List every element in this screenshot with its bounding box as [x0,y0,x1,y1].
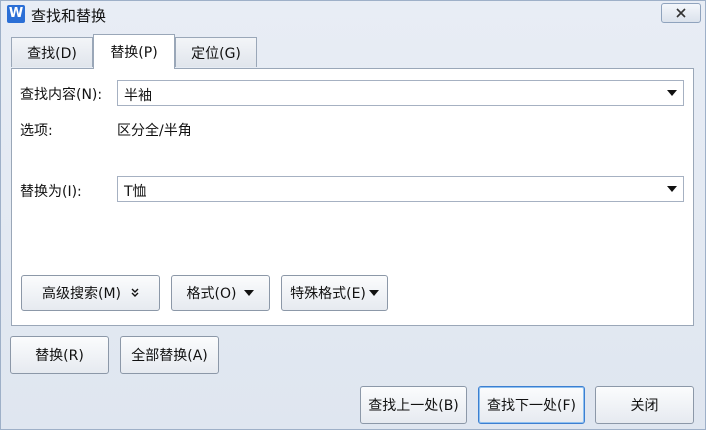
tab-replace[interactable]: 替换(P) [93,34,175,69]
title-bar: W 查找和替换 [1,1,705,29]
find-content-value: 半袖 [124,88,152,104]
tab-find[interactable]: 查找(D) [11,37,93,67]
special-format-button[interactable]: 特殊格式(E) [281,275,388,311]
replace-with-value: T恤 [124,184,147,200]
window-title: 查找和替换 [31,7,107,25]
replace-panel: 查找内容(N): 半袖 选项: 区分全/半角 替换为(I): T恤 高级搜索(M… [11,68,694,326]
wps-writer-icon: W [7,5,25,23]
special-format-label: 特殊格式(E) [290,286,366,302]
find-content-combobox[interactable]: 半袖 [117,80,684,106]
options-value: 区分全/半角 [117,123,192,139]
advanced-search-label: 高级搜索(M) [41,286,121,302]
close-button[interactable]: 关闭 [595,386,694,424]
find-next-button[interactable]: 查找下一处(F) [478,386,585,424]
replace-with-combobox[interactable]: T恤 [117,176,684,202]
format-button[interactable]: 格式(O) [171,275,270,311]
options-label: 选项: [20,123,53,139]
find-replace-dialog: W 查找和替换 查找(D) 替换(P) 定位(G) 查找内容(N): 半袖 选项… [0,0,706,430]
find-previous-button[interactable]: 查找上一处(B) [360,386,467,424]
format-label: 格式(O) [186,286,237,302]
dropdown-arrow-icon [244,290,255,296]
dropdown-arrow-icon [368,290,379,296]
close-icon [676,8,686,18]
double-chevron-down-icon [131,288,139,297]
advanced-search-button[interactable]: 高级搜索(M) [21,275,160,311]
replace-all-button[interactable]: 全部替换(A) [120,336,219,374]
replace-button[interactable]: 替换(R) [10,336,109,374]
close-window-button[interactable] [661,3,701,23]
chevron-down-icon[interactable] [667,90,677,96]
tab-goto[interactable]: 定位(G) [175,37,257,67]
chevron-down-icon[interactable] [667,186,677,192]
replace-with-label: 替换为(I): [20,184,82,200]
find-content-label: 查找内容(N): [20,87,103,103]
